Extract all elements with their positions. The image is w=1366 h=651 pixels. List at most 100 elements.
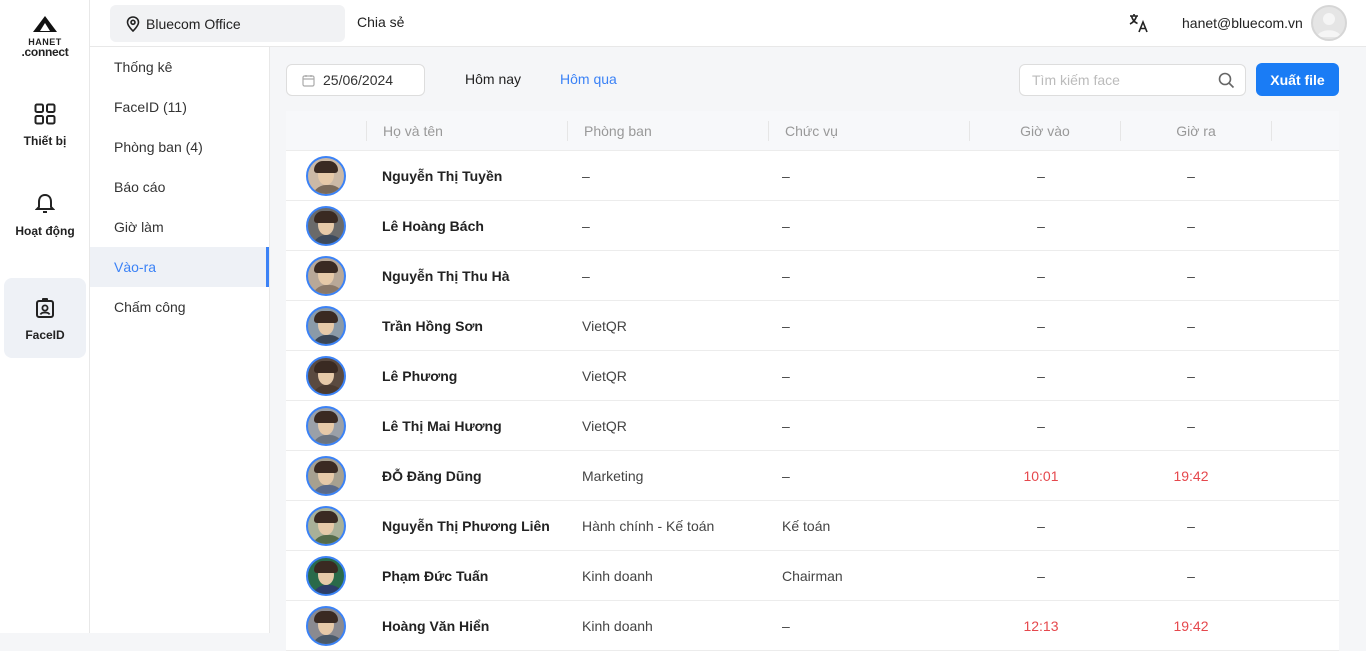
user-email[interactable]: hanet@bluecom.vn [1182, 15, 1303, 31]
time-in: – [1037, 367, 1045, 384]
translate-icon[interactable] [1128, 12, 1150, 39]
time-out: – [1187, 317, 1195, 334]
person-department: Marketing [582, 467, 644, 484]
person-position: – [782, 417, 790, 434]
person-position: – [782, 317, 790, 334]
person-department: – [582, 267, 590, 284]
rail-label-faceid: FaceID [25, 328, 65, 342]
user-avatar[interactable] [1311, 5, 1347, 41]
time-out: – [1187, 267, 1195, 284]
person-name: Nguyễn Thị Tuyền [382, 167, 503, 184]
hanet-logo[interactable]: HANET .connect [0, 16, 90, 58]
search-icon[interactable] [1218, 72, 1235, 94]
nav-item-reports[interactable]: Báo cáo [90, 167, 269, 207]
person-department: VietQR [582, 317, 627, 334]
person-position: – [782, 467, 790, 484]
search-box [1019, 64, 1246, 96]
export-file-button[interactable]: Xuất file [1256, 63, 1339, 96]
time-in: – [1037, 417, 1045, 434]
rail-item-devices[interactable]: Thiết bị [4, 84, 86, 164]
avatar-cell [286, 355, 366, 396]
main-content: 25/06/2024 Hôm nay Hôm qua Xuất file Họ … [270, 47, 1356, 651]
time-out: – [1187, 567, 1195, 584]
nav-item-working-hours[interactable]: Giờ làm [90, 207, 269, 247]
face-avatar[interactable] [306, 305, 346, 346]
avatar-cell [286, 605, 366, 646]
nav-item-timekeeping[interactable]: Chấm công [90, 287, 269, 327]
face-avatar[interactable] [306, 155, 346, 196]
time-in: – [1037, 317, 1045, 334]
table-row[interactable]: Nguyễn Thị Tuyền – – – – [286, 151, 1339, 201]
table-header: Họ và tên Phòng ban Chức vụ Giờ vào Giờ … [286, 111, 1339, 151]
time-out: 19:42 [1173, 617, 1209, 634]
time-in: 10:01 [1023, 467, 1059, 484]
table-row[interactable]: Hoàng Văn Hiển Kinh doanh – 12:13 19:42 [286, 601, 1339, 651]
time-out: – [1187, 217, 1195, 234]
person-name: Lê Phương [382, 367, 458, 384]
location-pin-icon [126, 15, 140, 32]
time-in: – [1037, 517, 1045, 534]
rail-item-activity[interactable]: Hoạt động [4, 174, 86, 254]
table-row[interactable]: Lê Phương VietQR – – – [286, 351, 1339, 401]
yesterday-button[interactable]: Hôm qua [560, 71, 617, 87]
person-position: Kế toán [782, 517, 831, 534]
logo-text-bottom: .connect [21, 45, 69, 59]
nav-item-faceid[interactable]: FaceID (11) [90, 87, 269, 127]
rail-label-devices: Thiết bị [23, 134, 67, 148]
face-avatar[interactable] [306, 405, 346, 446]
table-row[interactable]: Lê Hoàng Bách – – – – [286, 201, 1339, 251]
table-body: Nguyễn Thị Tuyền – – – – Lê Hoàng Bách – – – – Ngu… [286, 151, 1339, 651]
header-time-out[interactable]: Giờ ra [1121, 123, 1271, 139]
table-row[interactable]: Trần Hồng Sơn VietQR – – – [286, 301, 1339, 351]
header-position[interactable]: Chức vụ [769, 123, 969, 139]
person-department: – [582, 217, 590, 234]
person-position: – [782, 267, 790, 284]
grid-icon [33, 102, 57, 126]
face-avatar[interactable] [306, 605, 346, 646]
person-position: – [782, 217, 790, 234]
time-in: – [1037, 217, 1045, 234]
search-input[interactable] [1020, 65, 1200, 95]
header-time-in[interactable]: Giờ vào [970, 123, 1120, 139]
person-name: Trần Hồng Sơn [382, 317, 483, 334]
location-selector[interactable]: Bluecom Office [110, 5, 345, 42]
person-department: Hành chính - Kế toán [582, 517, 715, 534]
table-row[interactable]: Nguyễn Thị Phương Liên Hành chính - Kế to… [286, 501, 1339, 551]
table-row[interactable]: Lê Thị Mai Hương VietQR – – – [286, 401, 1339, 451]
person-department: VietQR [582, 367, 627, 384]
location-name: Bluecom Office [146, 15, 241, 32]
calendar-icon [302, 74, 315, 87]
table-row[interactable]: Phạm Đức Tuấn Kinh doanh Chairman – – [286, 551, 1339, 601]
face-avatar[interactable] [306, 455, 346, 496]
person-name: Nguyễn Thị Phương Liên [382, 517, 550, 534]
time-out: – [1187, 367, 1195, 384]
person-department: VietQR [582, 417, 627, 434]
date-picker[interactable]: 25/06/2024 [286, 64, 425, 96]
today-button[interactable]: Hôm nay [465, 71, 521, 87]
header-department[interactable]: Phòng ban [568, 123, 768, 139]
face-avatar[interactable] [306, 205, 346, 246]
avatar-cell [286, 255, 366, 296]
face-avatar[interactable] [306, 555, 346, 596]
person-name: ĐỖ Đăng Dũng [382, 467, 482, 484]
face-avatar[interactable] [306, 255, 346, 296]
avatar-cell [286, 305, 366, 346]
person-name: Lê Thị Mai Hương [382, 417, 502, 434]
face-avatar[interactable] [306, 355, 346, 396]
person-name: Lê Hoàng Bách [382, 217, 484, 234]
share-link[interactable]: Chia sẻ [357, 14, 404, 30]
nav-item-in-out[interactable]: Vào-ra [90, 247, 269, 287]
header-name[interactable]: Họ và tên [367, 123, 567, 139]
nav-item-departments[interactable]: Phòng ban (4) [90, 127, 269, 167]
time-in: – [1037, 567, 1045, 584]
nav-item-statistics[interactable]: Thống kê [90, 47, 269, 87]
rail-item-faceid[interactable]: FaceID [4, 278, 86, 358]
badge-icon [33, 296, 57, 320]
person-position: Chairman [782, 567, 843, 584]
person-department: – [582, 167, 590, 184]
table-row[interactable]: ĐỖ Đăng Dũng Marketing – 10:01 19:42 [286, 451, 1339, 501]
table-row[interactable]: Nguyễn Thị Thu Hà – – – – [286, 251, 1339, 301]
logo-mark-icon [33, 16, 57, 32]
person-position: – [782, 167, 790, 184]
face-avatar[interactable] [306, 505, 346, 546]
